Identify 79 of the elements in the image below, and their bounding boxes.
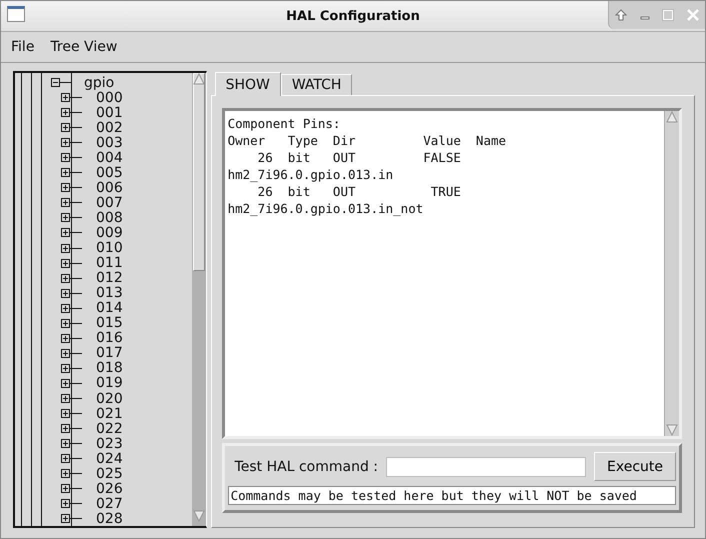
tree-item[interactable]: 026 bbox=[96, 480, 123, 497]
expand-icon[interactable] bbox=[61, 138, 70, 148]
tree-item[interactable]: gpio bbox=[84, 74, 114, 91]
tree-item[interactable]: 024 bbox=[96, 450, 123, 467]
expand-icon[interactable] bbox=[61, 378, 70, 388]
tree-item[interactable]: 028 bbox=[96, 510, 123, 526]
tree-item[interactable]: 022 bbox=[96, 420, 123, 437]
tree-item[interactable]: 009 bbox=[96, 225, 123, 241]
tree-item[interactable]: 001 bbox=[96, 104, 123, 121]
command-label: Test HAL command : bbox=[234, 458, 378, 474]
tree-item[interactable]: 007 bbox=[96, 194, 123, 211]
tree-item[interactable]: 015 bbox=[96, 315, 123, 332]
output-line: 26 bit OUT TRUE bbox=[256, 183, 462, 200]
tree-item[interactable]: 025 bbox=[96, 466, 123, 482]
tree-item[interactable]: 014 bbox=[96, 300, 123, 316]
tree-item[interactable]: 000 bbox=[96, 90, 123, 106]
expand-icon[interactable] bbox=[61, 304, 70, 313]
tree-item[interactable]: 005 bbox=[96, 164, 123, 181]
expand-icon[interactable] bbox=[61, 499, 70, 508]
expand-icon[interactable] bbox=[61, 244, 70, 253]
expand-icon[interactable] bbox=[61, 439, 70, 448]
shade-icon[interactable] bbox=[615, 9, 628, 21]
menu-item[interactable]: File bbox=[6, 39, 40, 55]
tree-item[interactable]: 013 bbox=[96, 285, 123, 302]
expand-icon[interactable] bbox=[61, 228, 70, 238]
expand-icon[interactable] bbox=[61, 153, 70, 162]
expand-icon[interactable] bbox=[61, 258, 70, 268]
output-line: hm2_7i96.0.gpio.013.in_not bbox=[228, 200, 424, 217]
command-input[interactable] bbox=[386, 456, 586, 476]
expand-icon[interactable] bbox=[61, 454, 70, 464]
scroll-up-icon[interactable] bbox=[192, 73, 205, 85]
expand-icon[interactable] bbox=[61, 364, 70, 373]
tree-item[interactable]: 002 bbox=[96, 120, 123, 136]
tree-item[interactable]: 003 bbox=[96, 134, 123, 151]
window-title: HAL Configuration bbox=[286, 8, 420, 24]
output-line: Owner Type Dir Value Name bbox=[228, 132, 508, 149]
expand-icon[interactable] bbox=[61, 334, 70, 343]
tree-item[interactable]: 006 bbox=[96, 180, 123, 196]
expand-icon[interactable] bbox=[61, 93, 70, 102]
expand-icon[interactable] bbox=[61, 514, 70, 524]
collapse-icon[interactable] bbox=[51, 78, 60, 88]
window-icon bbox=[7, 6, 25, 22]
tree-item[interactable]: 012 bbox=[96, 270, 123, 286]
output-line: 26 bit OUT FALSE bbox=[256, 149, 462, 166]
expand-icon[interactable] bbox=[61, 348, 70, 358]
expand-icon[interactable] bbox=[61, 424, 70, 434]
expand-icon[interactable] bbox=[61, 123, 70, 132]
menu-item[interactable]: Tree View bbox=[45, 39, 122, 55]
tree-item[interactable]: 016 bbox=[96, 330, 123, 346]
expand-icon[interactable] bbox=[61, 409, 70, 418]
tree-item[interactable]: 011 bbox=[96, 255, 123, 272]
tree-item[interactable]: 017 bbox=[96, 345, 123, 362]
info-note: Commands may be tested here but they will NOT be saved bbox=[228, 486, 676, 505]
tree-item[interactable]: 010 bbox=[96, 240, 123, 256]
tree-item[interactable]: 019 bbox=[96, 375, 123, 392]
expand-icon[interactable] bbox=[61, 469, 70, 478]
expand-icon[interactable] bbox=[61, 213, 70, 222]
expand-icon[interactable] bbox=[61, 274, 70, 283]
tree-item[interactable]: 020 bbox=[96, 390, 123, 407]
expand-icon[interactable] bbox=[61, 108, 70, 118]
tree-item[interactable]: 008 bbox=[96, 210, 123, 226]
tree-item[interactable]: 004 bbox=[96, 150, 123, 166]
expand-icon[interactable] bbox=[61, 183, 70, 192]
expand-icon[interactable] bbox=[61, 198, 70, 208]
expand-icon[interactable] bbox=[61, 484, 70, 494]
expand-icon[interactable] bbox=[61, 288, 70, 298]
tree-item[interactable]: 027 bbox=[96, 496, 123, 512]
tree-item[interactable]: 021 bbox=[96, 406, 123, 422]
expand-icon[interactable] bbox=[61, 318, 70, 328]
tree-item[interactable]: 023 bbox=[96, 436, 123, 452]
expand-icon[interactable] bbox=[61, 394, 70, 403]
scrollbar[interactable] bbox=[192, 73, 206, 526]
output-line: hm2_7i96.0.gpio.013.in bbox=[228, 166, 394, 183]
tree-item[interactable]: 018 bbox=[96, 360, 123, 376]
output-line: Component Pins: bbox=[228, 115, 342, 132]
execute-button[interactable]: Execute bbox=[594, 452, 676, 481]
tab[interactable]: SHOW bbox=[214, 72, 281, 96]
expand-icon[interactable] bbox=[61, 168, 70, 178]
tab[interactable]: WATCH bbox=[280, 74, 352, 95]
